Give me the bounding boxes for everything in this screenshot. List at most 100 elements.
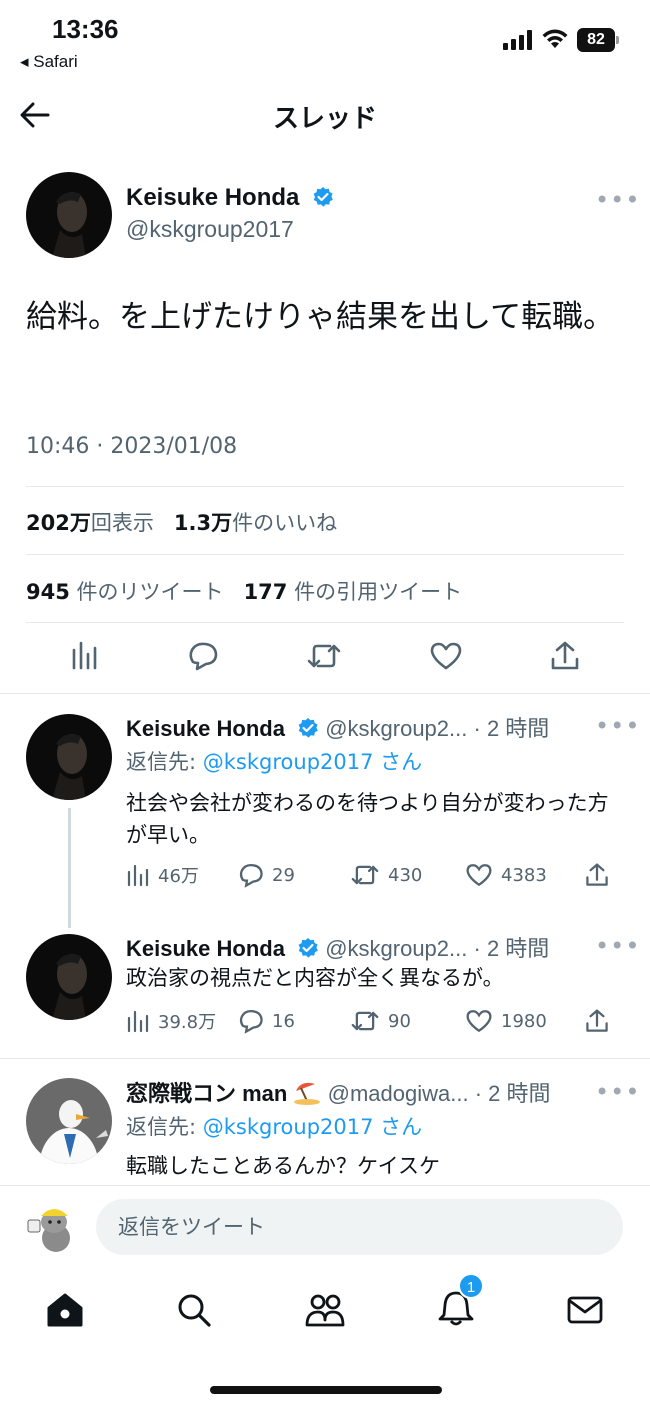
reply-comment[interactable]: 29	[238, 862, 350, 888]
reply-text: 転職したことあるんか？ケイスケ	[126, 1154, 440, 1178]
author-name[interactable]: Keisuke Honda	[126, 184, 334, 212]
retweet-icon	[351, 1011, 379, 1031]
reply-tweet-input[interactable]: 返信をツイート	[96, 1199, 623, 1255]
reply-icon	[239, 864, 263, 888]
analytics-icon	[127, 1010, 149, 1033]
stats-views-likes: 202万回表示 1.3万件のいいね	[26, 507, 337, 537]
retweet-icon[interactable]	[306, 640, 342, 672]
author-handle: @kskgroup2017	[126, 216, 294, 242]
messages-icon[interactable]	[566, 1294, 604, 1326]
reply-analytics[interactable]: 46万	[126, 862, 238, 888]
notification-badge: 1	[458, 1273, 484, 1299]
beach-umbrella-icon	[294, 1082, 321, 1105]
retweets-count: 430	[388, 864, 423, 886]
verified-badge-icon	[298, 938, 318, 958]
retweets-count[interactable]: 945	[26, 580, 70, 604]
more-options-icon[interactable]: •••	[595, 932, 640, 960]
views-count: 46万	[158, 866, 199, 887]
views-label: 回表示	[90, 511, 154, 535]
battery-icon: 82	[577, 28, 619, 52]
quotes-count[interactable]: 177	[244, 580, 288, 604]
reply-retweet[interactable]: 430	[350, 862, 465, 888]
views-count: 39.8万	[158, 1012, 217, 1033]
reply-like[interactable]: 4383	[465, 862, 585, 888]
reply-comment[interactable]: 16	[238, 1008, 350, 1034]
my-avatar[interactable]	[26, 1198, 84, 1256]
reply-action-bar: 46万 29 430 4383	[126, 862, 610, 888]
reply-header[interactable]: Keisuke Honda @kskgroup2... · 2 時間	[126, 931, 549, 963]
like-heart-icon	[466, 864, 492, 887]
reply-action-bar: 39.8万 16 90 1980	[126, 1008, 610, 1034]
more-options-icon[interactable]: •••	[595, 712, 640, 740]
retweets-count: 90	[388, 1010, 411, 1032]
likes-count: 1980	[501, 1010, 547, 1032]
reply-author-avatar[interactable]	[26, 714, 112, 800]
author-avatar[interactable]	[26, 172, 112, 258]
tweet-action-bar	[26, 640, 624, 672]
reply-author-handle: @madogiwa...	[327, 1081, 469, 1106]
share-icon[interactable]	[550, 640, 580, 672]
back-to-safari-link[interactable]: ◂ Safari	[20, 52, 78, 72]
tweet-text: 給料。を上げたけりゃ結果を出して転職。	[26, 299, 615, 335]
replying-to-handle[interactable]: @kskgroup2017 さん	[203, 750, 422, 774]
back-arrow-icon[interactable]	[18, 98, 52, 132]
verified-badge-icon	[298, 718, 318, 738]
cellular-signal-icon	[503, 30, 532, 50]
reply-header[interactable]: Keisuke Honda @kskgroup2... · 2 時間	[126, 711, 549, 743]
likes-count: 4383	[501, 864, 547, 886]
reply-icon	[239, 1010, 263, 1034]
author-name-text: Keisuke Honda	[126, 184, 300, 211]
reply-author-handle: @kskgroup2...	[325, 936, 468, 961]
reply-time: · 2 時間	[473, 716, 550, 741]
divider	[26, 622, 624, 623]
reply-time: · 2 時間	[473, 936, 550, 961]
likes-label[interactable]: 件のいいね	[232, 511, 337, 535]
views-count: 202万	[26, 511, 91, 535]
reply-author-name: Keisuke Honda	[126, 716, 285, 741]
status-time: 13:36	[52, 14, 119, 44]
divider	[0, 1058, 650, 1059]
reply-retweet[interactable]: 90	[350, 1008, 465, 1034]
replying-to-prefix: 返信先:	[126, 750, 203, 774]
replies-count: 29	[272, 864, 295, 886]
divider	[0, 693, 650, 694]
reply-author-name: 窓際戦コン man	[126, 1081, 288, 1106]
share-icon[interactable]	[585, 862, 609, 888]
verified-badge-icon	[313, 187, 333, 207]
reply-author-avatar[interactable]	[26, 934, 112, 1020]
reply-header[interactable]: 窓際戦コン man @madogiwa... · 2 時間	[126, 1076, 550, 1108]
reply-text: 政治家の視点だと内容が全く異なるが。	[126, 966, 504, 990]
reply-like[interactable]: 1980	[465, 1008, 585, 1034]
stats-retweets-quotes: 945 件のリツイート 177 件の引用ツイート	[26, 576, 462, 606]
more-options-icon[interactable]: •••	[595, 186, 640, 214]
analytics-icon[interactable]	[70, 640, 100, 670]
reply-icon[interactable]	[187, 640, 219, 672]
like-heart-icon[interactable]	[429, 640, 463, 672]
notifications-tab[interactable]: 1	[438, 1273, 484, 1331]
retweets-label[interactable]: 件のリツイート	[77, 580, 224, 604]
reply-text: 社会や会社が変わるのを待つより自分が変わった方が早い。	[126, 791, 609, 847]
bottom-tab-bar: 1	[0, 1273, 650, 1340]
search-icon[interactable]	[176, 1292, 212, 1328]
wifi-icon	[542, 29, 568, 48]
reply-time: · 2 時間	[474, 1081, 551, 1106]
thread-connector-line	[68, 808, 71, 928]
communities-icon[interactable]	[304, 1292, 346, 1328]
share-icon[interactable]	[585, 1008, 609, 1034]
reply-analytics[interactable]: 39.8万	[126, 1008, 238, 1034]
likes-count[interactable]: 1.3万	[174, 511, 232, 535]
more-options-icon[interactable]: •••	[595, 1078, 640, 1106]
home-indicator	[210, 1386, 442, 1394]
reply-author-name: Keisuke Honda	[126, 936, 285, 961]
page-title: スレッド	[272, 104, 377, 134]
quotes-label[interactable]: 件の引用ツイート	[294, 580, 462, 604]
home-icon[interactable]	[46, 1292, 84, 1328]
battery-level: 82	[577, 28, 615, 52]
retweet-icon	[351, 865, 379, 885]
replying-to-handle[interactable]: @kskgroup2017 さん	[203, 1115, 422, 1139]
tweet-timestamp: 10:46 · 2023/01/08	[26, 434, 238, 459]
reply-author-handle: @kskgroup2...	[325, 716, 468, 741]
reply-author-avatar[interactable]	[26, 1078, 112, 1164]
like-heart-icon	[466, 1010, 492, 1033]
analytics-icon	[127, 864, 149, 887]
